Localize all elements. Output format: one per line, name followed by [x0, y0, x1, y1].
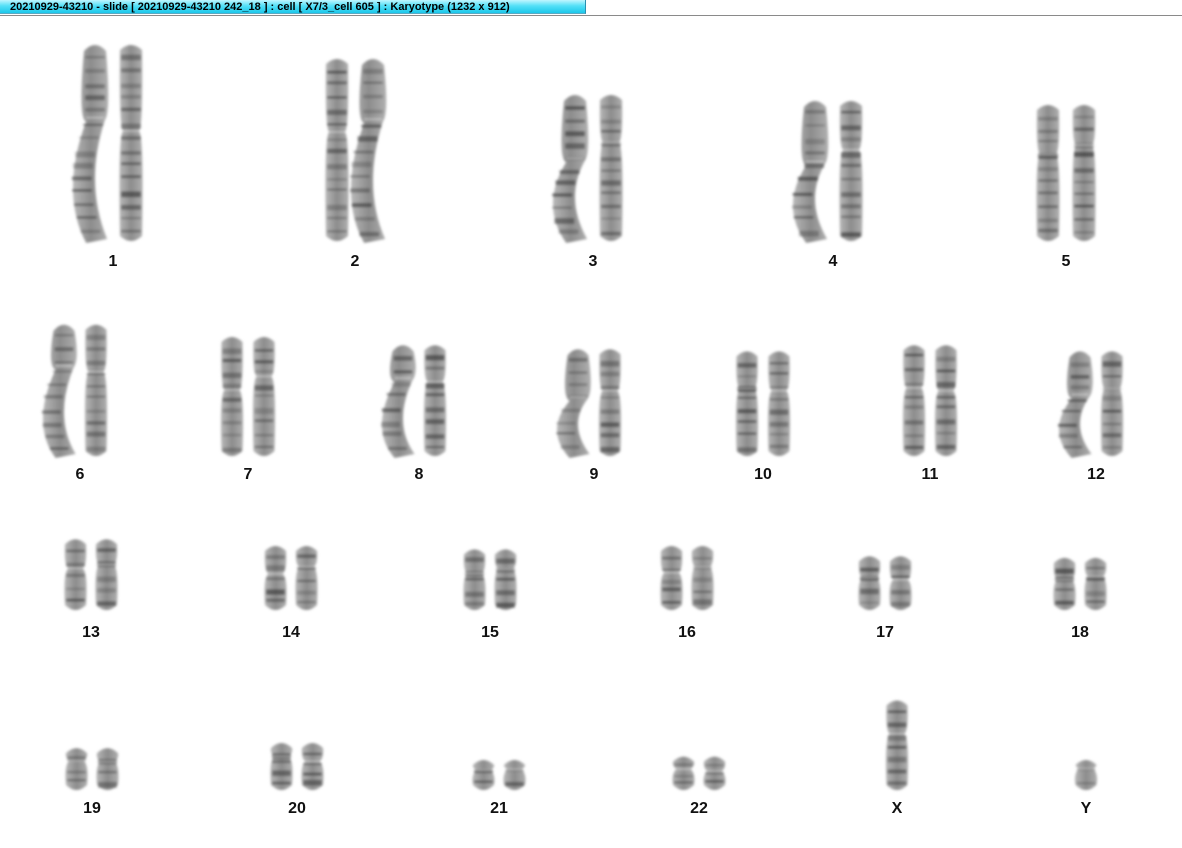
- chromosome-group-8[interactable]: 8: [381, 345, 447, 483]
- chromosome-label-16: 16: [678, 624, 696, 641]
- chromosome-label-3: 3: [589, 253, 598, 270]
- chromosome-group-17[interactable]: 17: [858, 556, 912, 641]
- chromosome-18-1[interactable]: [1053, 557, 1076, 610]
- chromosome-22-2[interactable]: [703, 756, 726, 790]
- chromosome-4-1[interactable]: [791, 101, 829, 243]
- chromosome-16-2[interactable]: [691, 546, 714, 610]
- chromosome-label-9: 9: [590, 466, 599, 483]
- chromosome-label-4: 4: [829, 253, 838, 270]
- chromosome-label-X: X: [892, 800, 903, 817]
- chromosome-group-13[interactable]: 13: [64, 539, 118, 641]
- chromosome-label-10: 10: [754, 466, 772, 483]
- chromosome-group-6[interactable]: 6: [41, 324, 108, 483]
- chromosome-group-2[interactable]: 2: [325, 59, 387, 270]
- chromosome-group-14[interactable]: 14: [264, 546, 318, 641]
- chromosome-18-2[interactable]: [1084, 557, 1107, 610]
- chromosome-20-2[interactable]: [301, 743, 324, 790]
- chromosome-group-22[interactable]: 22: [672, 756, 726, 817]
- chromosome-group-16[interactable]: 16: [660, 546, 714, 641]
- chromosome-17-1[interactable]: [858, 556, 881, 610]
- chromosome-label-17: 17: [876, 624, 894, 641]
- karyogram-canvas: 1 2 3 4 56 7 8 9 10 11 1213 14 15 16 17 1819 20 21 22 X Y: [41, 45, 1124, 818]
- chromosome-label-6: 6: [76, 466, 85, 483]
- chromosome-3-2[interactable]: [599, 95, 623, 241]
- chromosome-label-Y: Y: [1081, 800, 1092, 817]
- chromosome-group-X[interactable]: X: [885, 700, 909, 818]
- chromosome-label-7: 7: [244, 466, 253, 483]
- chromosome-group-7[interactable]: 7: [220, 337, 276, 483]
- chromosome-11-1[interactable]: [902, 345, 926, 456]
- chromosome-group-15[interactable]: 15: [463, 549, 517, 641]
- chromosome-group-10[interactable]: 10: [735, 351, 791, 483]
- chromosome-9-2[interactable]: [598, 349, 622, 456]
- chromosome-20-1[interactable]: [270, 743, 293, 790]
- chromosome-group-5[interactable]: 5: [1036, 105, 1096, 270]
- chromosome-group-4[interactable]: 4: [791, 101, 863, 270]
- chromosome-label-20: 20: [288, 800, 306, 817]
- chromosome-4-2[interactable]: [839, 101, 863, 241]
- chromosome-group-1[interactable]: 1: [71, 45, 143, 270]
- chromosome-16-1[interactable]: [660, 546, 683, 610]
- chromosome-17-2[interactable]: [889, 556, 912, 610]
- chromosome-group-19[interactable]: 19: [65, 748, 119, 817]
- chromosome-label-15: 15: [481, 624, 499, 641]
- chromosome-11-2[interactable]: [934, 345, 958, 456]
- chromosome-label-14: 14: [282, 624, 300, 641]
- chromosome-label-13: 13: [82, 624, 100, 641]
- chromosome-14-2[interactable]: [295, 546, 318, 610]
- chromosome-7-1[interactable]: [220, 337, 244, 456]
- chromosome-13-1[interactable]: [64, 539, 87, 610]
- chromosome-12-2[interactable]: [1100, 351, 1124, 456]
- chromosome-14-1[interactable]: [264, 546, 287, 610]
- chromosome-9-1[interactable]: [556, 349, 591, 458]
- chromosome-label-19: 19: [83, 800, 101, 817]
- chromosome-group-18[interactable]: 18: [1053, 557, 1107, 641]
- chromosome-label-8: 8: [415, 466, 424, 483]
- chromosome-6-1[interactable]: [41, 324, 77, 458]
- chromosome-13-2[interactable]: [95, 539, 118, 610]
- chromosome-group-3[interactable]: 3: [552, 95, 623, 270]
- chromosome-12-1[interactable]: [1058, 351, 1093, 458]
- chromosome-group-Y[interactable]: Y: [1074, 760, 1098, 817]
- chromosome-7-2[interactable]: [252, 337, 276, 456]
- chromosome-1-1[interactable]: [71, 45, 109, 243]
- chromosome-group-21[interactable]: 21: [472, 760, 526, 817]
- chromosome-6-2[interactable]: [84, 324, 108, 456]
- chromosome-10-2[interactable]: [767, 351, 791, 456]
- chromosome-19-1[interactable]: [65, 748, 88, 790]
- chromosome-group-12[interactable]: 12: [1058, 351, 1124, 483]
- chromosome-2-2[interactable]: [349, 59, 387, 243]
- chromosome-label-21: 21: [490, 800, 508, 817]
- chromosome-3-1[interactable]: [552, 95, 589, 243]
- chromosome-1-2[interactable]: [119, 45, 143, 241]
- chromosome-group-20[interactable]: 20: [270, 743, 324, 817]
- chromosome-21-2[interactable]: [503, 760, 526, 790]
- chromosome-label-11: 11: [922, 466, 939, 483]
- chromosome-label-18: 18: [1071, 624, 1089, 641]
- chromosome-X-1[interactable]: [885, 700, 909, 791]
- chromosome-group-9[interactable]: 9: [556, 349, 622, 483]
- chromosome-5-2[interactable]: [1072, 105, 1096, 241]
- chromosome-label-1: 1: [109, 253, 118, 270]
- chromosome-label-5: 5: [1062, 253, 1071, 270]
- chromosome-15-2[interactable]: [494, 549, 517, 610]
- chromosome-Y-1[interactable]: [1074, 760, 1098, 790]
- chromosome-label-2: 2: [351, 253, 360, 270]
- chromosome-10-1[interactable]: [735, 351, 759, 456]
- chromosome-label-12: 12: [1087, 466, 1105, 483]
- chromosome-21-1[interactable]: [472, 760, 495, 790]
- chromosome-15-1[interactable]: [463, 549, 486, 610]
- chromosome-8-1[interactable]: [381, 345, 416, 458]
- chromosome-label-22: 22: [690, 800, 708, 817]
- chromosome-22-1[interactable]: [672, 756, 695, 790]
- chromosome-group-11[interactable]: 11: [902, 345, 958, 483]
- chromosome-8-2[interactable]: [423, 345, 447, 456]
- chromosome-19-2[interactable]: [96, 748, 119, 790]
- chromosome-5-1[interactable]: [1036, 105, 1060, 241]
- chromosome-2-1[interactable]: [325, 59, 349, 241]
